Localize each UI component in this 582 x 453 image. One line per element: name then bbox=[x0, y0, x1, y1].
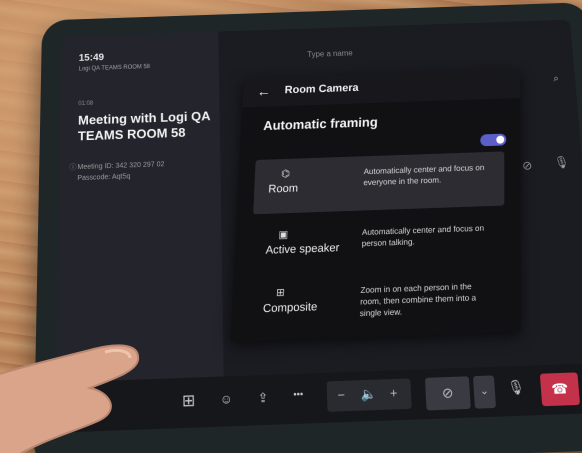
photo-scene: 15:49 Logi QA TEAMS ROOM 58 01:08 Meetin… bbox=[0, 0, 582, 453]
volume-control: − 🔈 + bbox=[326, 378, 412, 412]
search-icon[interactable]: ⌕ bbox=[553, 73, 559, 84]
search-input[interactable]: Type a name bbox=[307, 40, 475, 65]
camera-options-button[interactable]: ⌄ bbox=[472, 375, 497, 409]
more-options-icon[interactable]: ⋯ bbox=[578, 70, 582, 84]
hand-shape bbox=[0, 344, 140, 453]
panel-header: ← Room Camera bbox=[242, 68, 521, 108]
room-name-small: Logi QA TEAMS ROOM 58 bbox=[78, 64, 150, 73]
camera-off-icon: ⊘ bbox=[521, 158, 533, 173]
share-icon[interactable]: ⇪ bbox=[258, 390, 269, 406]
video-off-icon: ⊘ bbox=[441, 384, 454, 402]
composite-icon: ⊞ bbox=[275, 287, 285, 300]
option-label: Room bbox=[268, 182, 299, 196]
option-room[interactable]: ⌬ Room Automatically center and focus on… bbox=[253, 151, 505, 215]
back-arrow-icon[interactable]: ← bbox=[257, 83, 272, 99]
info-icon: ⓘ bbox=[69, 164, 77, 172]
toggle-knob bbox=[496, 135, 505, 144]
automatic-framing-title: Automatic framing bbox=[262, 114, 378, 134]
option-description: Automatically center and focus on person… bbox=[361, 223, 485, 249]
option-label: Composite bbox=[262, 300, 318, 316]
option-description: Zoom in on each person in the room, then… bbox=[359, 281, 477, 319]
more-button[interactable]: ••• bbox=[293, 389, 303, 400]
volume-up-button[interactable]: + bbox=[390, 385, 398, 400]
meeting-duration: 01:08 bbox=[78, 100, 94, 108]
panel-title: Room Camera bbox=[284, 82, 359, 97]
meeting-passcode: Passcode: Aqt5q bbox=[77, 173, 131, 183]
microphone-icon: 🎙 bbox=[553, 155, 570, 170]
active-speaker-icon: ▣ bbox=[278, 229, 289, 241]
chevron-down-icon: ⌄ bbox=[479, 385, 490, 398]
option-label: Active speaker bbox=[265, 241, 340, 257]
option-description: Automatically center and focus on everyo… bbox=[363, 163, 485, 188]
clock: 15:49 bbox=[78, 52, 105, 64]
mic-button[interactable]: 🎙 bbox=[507, 379, 526, 397]
meeting-details: Meeting ID: 342 320 297 02 Passcode: Aqt… bbox=[77, 159, 164, 184]
meeting-title: Meeting with Logi QA TEAMS ROOM 58 bbox=[77, 108, 211, 144]
room-camera-panel: ← Room Camera Automatic framing ⌬ Room A… bbox=[230, 68, 521, 342]
speaker-icon: 🔈 bbox=[360, 386, 377, 402]
phone-hangup-icon: ☎ bbox=[550, 380, 569, 398]
option-active-speaker[interactable]: ▣ Active speaker Automatically center an… bbox=[250, 212, 504, 276]
reactions-icon[interactable]: ☺ bbox=[220, 391, 233, 407]
finger-hand bbox=[0, 344, 140, 453]
volume-down-button[interactable]: − bbox=[337, 387, 345, 402]
room-framing-icon: ⌬ bbox=[280, 168, 291, 181]
camera-toggle-button[interactable]: ⊘ bbox=[424, 376, 471, 411]
automatic-framing-toggle[interactable] bbox=[480, 133, 507, 147]
hang-up-button[interactable]: ☎ bbox=[539, 372, 581, 407]
option-composite[interactable]: ⊞ Composite Zoom in on each person in th… bbox=[247, 269, 504, 335]
